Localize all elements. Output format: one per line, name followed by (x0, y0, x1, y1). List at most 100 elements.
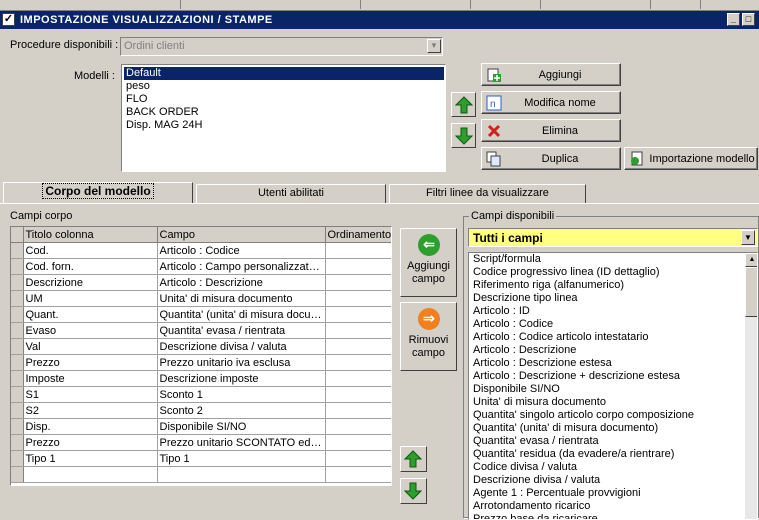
table-row[interactable]: Quant. Quantita' (unita' di misura docum.… (11, 306, 391, 323)
list-item[interactable]: Articolo : Descrizione (469, 344, 745, 357)
table-row[interactable]: Evaso Quantita' evasa / rientrata (11, 322, 391, 339)
cell-titolo[interactable]: Prezzo (23, 434, 158, 451)
elimina-button[interactable]: Elimina (481, 119, 621, 142)
cell-ordinamento[interactable] (325, 322, 391, 339)
cell-ordinamento[interactable] (325, 402, 391, 419)
aggiungi-button[interactable]: Aggiungi (481, 63, 621, 86)
modelli-item[interactable]: FLO (124, 93, 149, 106)
cell-campo[interactable]: Unita' di misura documento (157, 290, 326, 307)
cell-campo[interactable]: Articolo : Campo personalizzato ... (157, 258, 326, 275)
list-item[interactable]: Articolo : Codice (469, 318, 745, 331)
col-header-campo[interactable]: Campo (157, 227, 326, 243)
list-item[interactable]: Quantita' (unita' di misura documento) (469, 422, 745, 435)
list-item[interactable]: Prezzo base da ricaricare (469, 513, 745, 519)
campi-corpo-grid[interactable]: Titolo colonna Campo Ordinamento Cod. Art… (10, 226, 392, 486)
cell-titolo[interactable]: S1 (23, 386, 158, 403)
cell-titolo[interactable]: Val (23, 338, 158, 355)
modelli-item[interactable]: Disp. MAG 24H (124, 119, 204, 132)
list-item[interactable]: Riferimento riga (alfanumerico) (469, 279, 745, 292)
list-item[interactable]: Articolo : ID (469, 305, 745, 318)
row-indicator[interactable] (11, 386, 24, 403)
row-indicator[interactable] (11, 466, 24, 483)
cell-ordinamento[interactable] (325, 386, 391, 403)
table-row[interactable]: S2 Sconto 2 (11, 402, 391, 419)
cell-ordinamento[interactable] (325, 290, 391, 307)
modelli-item[interactable]: Default (124, 67, 444, 80)
list-item[interactable]: Quantita' evasa / rientrata (469, 435, 745, 448)
list-item[interactable]: Agente 1 : Percentuale provvigioni (469, 487, 745, 500)
table-row[interactable]: Disp. Disponibile SI/NO (11, 418, 391, 435)
campi-disponibili-list[interactable]: Script/formula Codice progressivo linea (… (468, 252, 758, 520)
row-indicator[interactable] (11, 450, 24, 467)
duplica-button[interactable]: Duplica (481, 147, 621, 170)
list-item[interactable]: Descrizione divisa / valuta (469, 474, 745, 487)
table-row[interactable]: S1 Sconto 1 (11, 386, 391, 403)
row-indicator[interactable] (11, 274, 24, 291)
cell-campo[interactable] (157, 466, 326, 483)
chevron-down-icon[interactable]: ▼ (427, 39, 441, 53)
field-move-down-button[interactable] (400, 478, 427, 504)
cell-titolo[interactable]: Cod. (23, 242, 158, 259)
rimuovi-campo-button[interactable]: ⇒ Rimuovi campo (400, 302, 457, 371)
aggiungi-campo-button[interactable]: ⇐ Aggiungi campo (400, 228, 457, 297)
cell-titolo[interactable] (23, 466, 158, 483)
list-item[interactable]: Codice divisa / valuta (469, 461, 745, 474)
row-indicator[interactable] (11, 258, 24, 275)
list-item[interactable]: Unita' di misura documento (469, 396, 745, 409)
list-item[interactable]: Codice progressivo linea (ID dettaglio) (469, 266, 745, 279)
cell-ordinamento[interactable] (325, 258, 391, 275)
cell-ordinamento[interactable] (325, 338, 391, 355)
modelli-item[interactable]: peso (124, 80, 152, 93)
row-indicator[interactable] (11, 418, 24, 435)
list-item[interactable]: Articolo : Codice articolo intestatario (469, 331, 745, 344)
list-item[interactable]: Descrizione tipo linea (469, 292, 745, 305)
modifica-nome-button[interactable]: n Modifica nome (481, 91, 621, 114)
row-indicator[interactable] (11, 370, 24, 387)
cell-campo[interactable]: Tipo 1 (157, 450, 326, 467)
list-item[interactable]: Script/formula (469, 253, 745, 266)
modelli-item[interactable]: BACK ORDER (124, 106, 201, 119)
cell-campo[interactable]: Articolo : Codice (157, 242, 326, 259)
tab-utenti-abilitati[interactable]: Utenti abilitati (196, 184, 386, 203)
cell-titolo[interactable]: Cod. forn. (23, 258, 158, 275)
row-indicator[interactable] (11, 322, 24, 339)
cell-titolo[interactable]: Quant. (23, 306, 158, 323)
cell-ordinamento[interactable] (325, 450, 391, 467)
tab-corpo-del-modello[interactable]: Corpo del modello (3, 182, 193, 204)
cell-campo[interactable]: Descrizione imposte (157, 370, 326, 387)
maximize-button[interactable]: □ (742, 13, 755, 26)
row-indicator[interactable] (11, 354, 24, 371)
importazione-modello-button[interactable]: Importazione modello (624, 147, 758, 170)
cell-campo[interactable]: Quantita' (unita' di misura docum... (157, 306, 326, 323)
list-item[interactable]: Quantita' singolo articolo corpo composi… (469, 409, 745, 422)
cell-campo[interactable]: Quantita' evasa / rientrata (157, 322, 326, 339)
move-up-button[interactable] (451, 92, 476, 117)
list-item[interactable]: Articolo : Descrizione estesa (469, 357, 745, 370)
vertical-scrollbar[interactable]: ▲ (745, 253, 757, 519)
cell-campo[interactable]: Prezzo unitario iva esclusa (157, 354, 326, 371)
row-indicator[interactable] (11, 290, 24, 307)
filter-select[interactable]: Tutti i campi ▼ (468, 228, 758, 247)
cell-ordinamento[interactable] (325, 466, 391, 483)
cell-titolo[interactable]: Descrizione (23, 274, 158, 291)
cell-campo[interactable]: Sconto 2 (157, 402, 326, 419)
table-row[interactable]: Prezzo Prezzo unitario SCONTATO ed I... (11, 434, 391, 451)
table-row[interactable]: Prezzo Prezzo unitario iva esclusa (11, 354, 391, 371)
scroll-up-icon[interactable]: ▲ (745, 253, 757, 267)
minimize-button[interactable]: _ (727, 13, 740, 26)
row-indicator[interactable] (11, 306, 24, 323)
cell-titolo[interactable]: Tipo 1 (23, 450, 158, 467)
cell-titolo[interactable]: UM (23, 290, 158, 307)
cell-ordinamento[interactable] (325, 306, 391, 323)
col-header-titolo[interactable]: Titolo colonna (23, 227, 158, 243)
modelli-list[interactable]: Default peso FLO BACK ORDER Disp. MAG 24… (121, 64, 446, 172)
row-indicator[interactable] (11, 242, 24, 259)
cell-titolo[interactable]: Prezzo (23, 354, 158, 371)
table-row[interactable]: Cod. forn. Articolo : Campo personalizzat… (11, 258, 391, 275)
list-item[interactable]: Arrotondamento ricarico (469, 500, 745, 513)
scroll-thumb[interactable] (745, 267, 757, 317)
cell-ordinamento[interactable] (325, 418, 391, 435)
table-row[interactable]: UM Unita' di misura documento (11, 290, 391, 307)
cell-ordinamento[interactable] (325, 370, 391, 387)
cell-ordinamento[interactable] (325, 354, 391, 371)
